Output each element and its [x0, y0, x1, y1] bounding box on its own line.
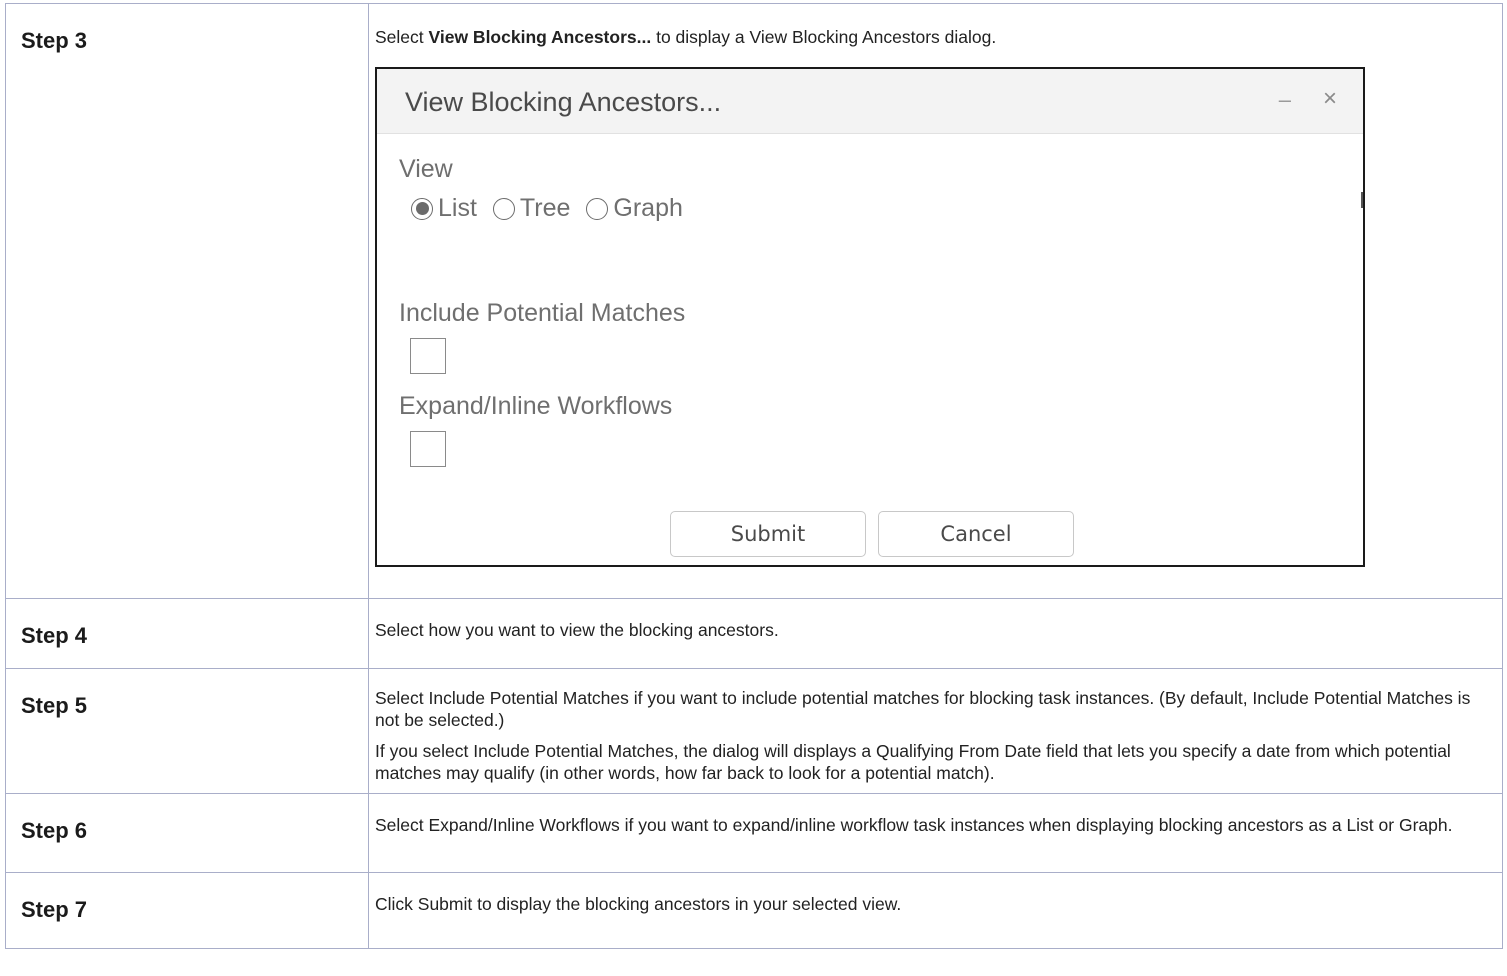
expand-inline-workflows-label: Expand/Inline Workflows	[399, 392, 673, 420]
steps-table: Step 3 Select View Blocking Ancestors...…	[5, 3, 1503, 949]
radio-circle[interactable]	[492, 197, 515, 220]
include-potential-matches-checkbox[interactable]	[410, 338, 446, 374]
step-row: Step 7 Click Submit to display the block…	[5, 872, 1503, 949]
step-description: Select Expand/Inline Workflows if you wa…	[369, 794, 1502, 836]
step-label: Step 3	[21, 28, 88, 53]
include-potential-matches-label: Include Potential Matches	[399, 299, 686, 327]
step-description: Click Submit to display the blocking anc…	[369, 873, 1502, 915]
radio-list[interactable]: List	[411, 194, 477, 223]
step-row: Step 3 Select View Blocking Ancestors...…	[5, 3, 1503, 599]
paragraph: Select Include Potential Matches if you …	[375, 688, 1471, 730]
text-suffix: to display a View Blocking Ancestors dia…	[651, 27, 997, 47]
step-row: Step 4 Select how you want to view the b…	[5, 598, 1503, 669]
paragraph: Select Expand/Inline Workflows if you wa…	[375, 815, 1453, 835]
radio-circle[interactable]	[411, 197, 433, 220]
paragraph: Click Submit to display the blocking anc…	[375, 894, 902, 914]
submit-button[interactable]: Submit	[670, 511, 866, 557]
step-label: Step 6	[21, 818, 88, 843]
radio-tree[interactable]: Tree	[492, 194, 571, 223]
paragraph: If you select Include Potential Matches,…	[375, 741, 1451, 783]
radio-selected-dot	[415, 202, 429, 215]
view-blocking-ancestors-dialog: View Blocking Ancestors... – × View List…	[375, 67, 1365, 567]
step-description: Select View Blocking Ancestors... to dis…	[369, 4, 1502, 48]
dialog-header: View Blocking Ancestors... – ×	[377, 69, 1363, 134]
step-label: Step 5	[21, 693, 88, 718]
radio-graph[interactable]: Graph	[586, 194, 683, 223]
view-label: View	[399, 155, 453, 183]
text-prefix: Select	[375, 27, 429, 47]
view-radio-group: List Tree Graph	[411, 194, 699, 223]
minimize-icon[interactable]: –	[1279, 87, 1291, 113]
expand-inline-workflows-checkbox[interactable]	[410, 431, 446, 467]
radio-label: List	[438, 194, 477, 222]
step-row: Step 6 Select Expand/Inline Workflows if…	[5, 793, 1503, 873]
step-row: Step 5 Select Include Potential Matches …	[5, 668, 1503, 794]
close-icon[interactable]: ×	[1323, 85, 1337, 113]
radio-label: Tree	[519, 194, 571, 222]
step-description: Select Include Potential Matches if you …	[369, 669, 1502, 784]
dialog-title: View Blocking Ancestors...	[405, 87, 722, 117]
text-bold: View Blocking Ancestors...	[428, 27, 652, 47]
step-label: Step 4	[21, 623, 88, 648]
cancel-button[interactable]: Cancel	[878, 511, 1074, 557]
step-label: Step 7	[21, 897, 88, 922]
paragraph: Select how you want to view the blocking…	[375, 620, 779, 640]
step-description: Select how you want to view the blocking…	[369, 599, 1502, 641]
radio-label: Graph	[613, 194, 683, 222]
radio-circle[interactable]	[586, 197, 609, 220]
scrollbar[interactable]	[1361, 192, 1363, 208]
